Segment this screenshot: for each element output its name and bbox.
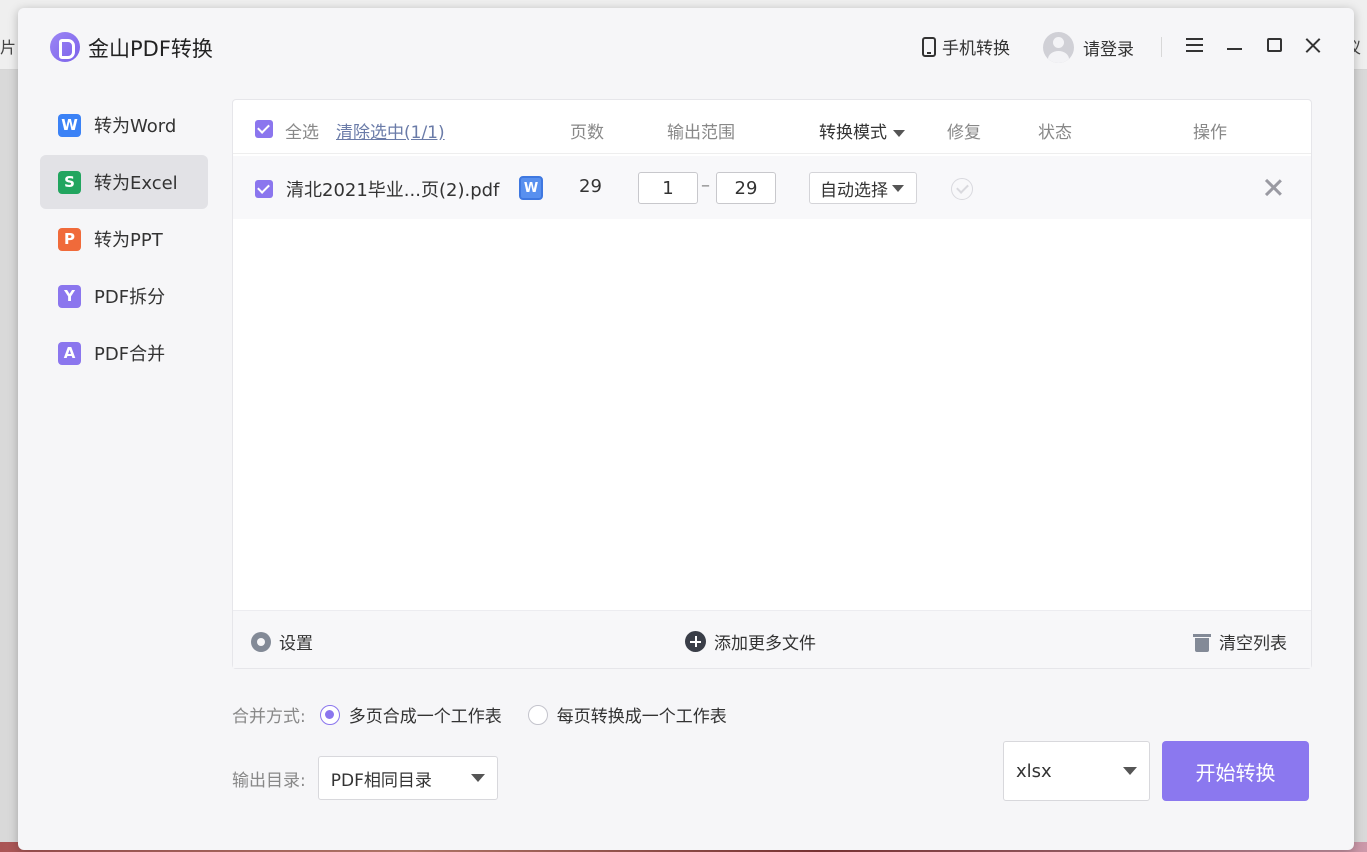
convert-mode-select[interactable]: 自动选择 bbox=[809, 172, 917, 204]
settings-label: 设置 bbox=[279, 634, 313, 654]
header-divider bbox=[1161, 37, 1162, 57]
excel-icon: S bbox=[58, 170, 81, 194]
sidebar-item-split[interactable]: Y PDF拆分 bbox=[40, 269, 208, 323]
background-text-left: 片 bbox=[0, 38, 17, 57]
phone-icon bbox=[922, 36, 936, 57]
column-convert-mode-label: 转换模式 bbox=[819, 123, 887, 143]
dropdown-arrow-icon bbox=[892, 184, 904, 192]
merge-mode-label: 合并方式: bbox=[232, 707, 306, 727]
merge-mode-options: 合并方式: 多页合成一个工作表 每页转换成一个工作表 bbox=[232, 702, 753, 727]
start-convert-button[interactable]: 开始转换 bbox=[1162, 741, 1309, 801]
word-badge-icon[interactable]: W bbox=[519, 176, 543, 200]
mobile-convert-button[interactable]: 手机转换 bbox=[922, 34, 1010, 59]
select-all-checkbox[interactable] bbox=[255, 120, 273, 138]
file-list-panel: 全选 清除选中(1/1) 页数 输出范围 转换模式 修复 状态 操作 清北202… bbox=[232, 99, 1312, 669]
sidebar-item-label: 转为Excel bbox=[94, 173, 178, 194]
sidebar-item-label: PDF拆分 bbox=[94, 287, 166, 308]
column-action: 操作 bbox=[1193, 123, 1227, 143]
file-name: 清北2021毕业...页(2).pdf bbox=[286, 180, 500, 201]
sidebar-item-merge[interactable]: A PDF合并 bbox=[40, 326, 208, 380]
output-directory-label: 输出目录: bbox=[232, 770, 306, 791]
login-label: 请登录 bbox=[1083, 40, 1134, 60]
app-title: 金山PDF转换 bbox=[88, 37, 213, 61]
trash-icon bbox=[1193, 632, 1211, 652]
merge-option-label: 每页转换成一个工作表 bbox=[556, 707, 727, 727]
range-to-input[interactable]: 29 bbox=[716, 172, 776, 204]
output-directory-row: 输出目录: PDF相同目录 bbox=[232, 756, 498, 800]
output-format-select[interactable]: xlsx bbox=[1003, 741, 1150, 801]
plus-circle-icon bbox=[685, 631, 706, 652]
add-more-files-button[interactable]: 添加更多文件 bbox=[685, 629, 816, 654]
range-from-input[interactable]: 1 bbox=[638, 172, 698, 204]
row-checkbox[interactable] bbox=[255, 180, 273, 198]
remove-file-icon[interactable] bbox=[1264, 178, 1282, 198]
gear-icon bbox=[251, 631, 271, 652]
sidebar: W 转为Word S 转为Excel P 转为PPT Y PDF拆分 A PDF… bbox=[40, 98, 208, 383]
page-count: 29 bbox=[579, 176, 602, 197]
merge-icon: A bbox=[58, 341, 81, 365]
radio-button-selected[interactable] bbox=[319, 704, 340, 725]
settings-button[interactable]: 设置 bbox=[251, 629, 313, 654]
sidebar-item-label: PDF合并 bbox=[94, 344, 166, 365]
column-repair: 修复 bbox=[947, 123, 981, 143]
login-button[interactable]: 请登录 bbox=[1043, 32, 1134, 63]
column-pages: 页数 bbox=[570, 123, 604, 143]
add-more-files-label: 添加更多文件 bbox=[714, 634, 816, 654]
sidebar-item-word[interactable]: W 转为Word bbox=[40, 98, 208, 152]
merge-option-single-sheet[interactable]: 多页合成一个工作表 bbox=[319, 702, 502, 727]
split-icon: Y bbox=[58, 284, 81, 308]
panel-footer: 设置 添加更多文件 清空列表 bbox=[233, 610, 1311, 668]
pdf-converter-window: 金山PDF转换 手机转换 请登录 W 转为Word S 转为Excel P 转为… bbox=[18, 8, 1354, 850]
maximize-icon[interactable] bbox=[1264, 34, 1286, 56]
menu-icon[interactable] bbox=[1184, 34, 1206, 56]
close-icon[interactable] bbox=[1302, 34, 1324, 56]
clear-list-label: 清空列表 bbox=[1219, 634, 1287, 654]
sidebar-item-label: 转为Word bbox=[94, 116, 177, 137]
sidebar-item-excel[interactable]: S 转为Excel bbox=[40, 155, 208, 209]
range-separator: – bbox=[701, 175, 710, 196]
column-output-range: 输出范围 bbox=[667, 123, 735, 143]
clear-selection-link[interactable]: 清除选中(1/1) bbox=[336, 118, 445, 143]
repair-check-icon bbox=[951, 178, 973, 200]
output-format-value: xlsx bbox=[1016, 760, 1052, 782]
column-convert-mode[interactable]: 转换模式 bbox=[819, 118, 905, 143]
table-row[interactable]: 清北2021毕业...页(2).pdf W 29 1 – 29 自动选择 bbox=[233, 156, 1311, 219]
ppt-icon: P bbox=[58, 227, 81, 251]
sidebar-item-label: 转为PPT bbox=[94, 230, 163, 251]
mobile-convert-label: 手机转换 bbox=[942, 39, 1010, 59]
radio-button[interactable] bbox=[527, 704, 548, 725]
app-logo-icon bbox=[50, 32, 80, 62]
merge-option-label: 多页合成一个工作表 bbox=[348, 707, 502, 727]
word-icon: W bbox=[58, 113, 81, 137]
minimize-icon[interactable] bbox=[1224, 34, 1246, 56]
column-status: 状态 bbox=[1038, 123, 1072, 143]
avatar-icon bbox=[1043, 32, 1074, 63]
dropdown-arrow-icon bbox=[893, 129, 905, 137]
select-all-label[interactable]: 全选 bbox=[285, 118, 319, 143]
convert-mode-value: 自动选择 bbox=[820, 180, 888, 201]
output-directory-value: PDF相同目录 bbox=[330, 770, 432, 791]
table-header: 全选 清除选中(1/1) 页数 输出范围 转换模式 修复 状态 操作 bbox=[233, 100, 1311, 154]
window-header: 金山PDF转换 手机转换 请登录 bbox=[18, 8, 1354, 88]
dropdown-arrow-icon bbox=[470, 774, 485, 782]
clear-list-button[interactable]: 清空列表 bbox=[1193, 629, 1287, 654]
dropdown-arrow-icon bbox=[1123, 767, 1137, 775]
sidebar-item-ppt[interactable]: P 转为PPT bbox=[40, 212, 208, 266]
merge-option-sheet-per-page[interactable]: 每页转换成一个工作表 bbox=[527, 702, 727, 727]
output-directory-select[interactable]: PDF相同目录 bbox=[317, 756, 498, 800]
